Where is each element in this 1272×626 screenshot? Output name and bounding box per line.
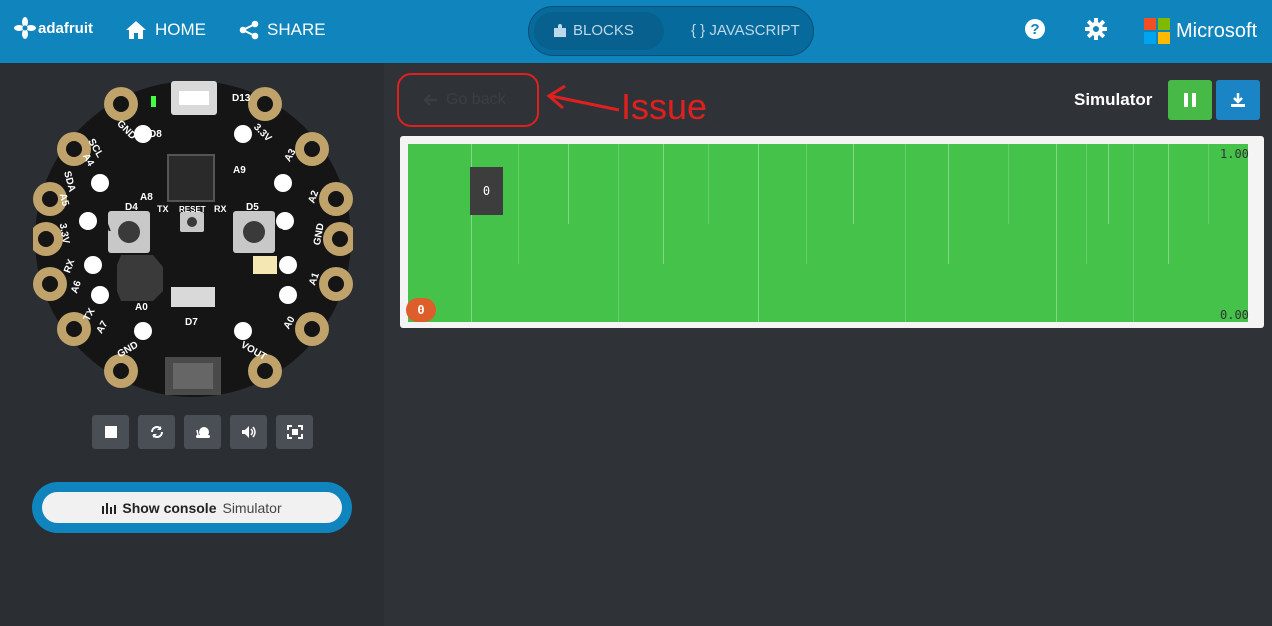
stop-icon [104, 426, 117, 438]
show-console-button[interactable]: Show console Simulator [42, 492, 342, 523]
chart-stripe [568, 144, 569, 224]
download-button[interactable] [1216, 80, 1260, 120]
share-button[interactable]: SHARE [239, 20, 326, 40]
svg-text:?: ? [1030, 21, 1039, 38]
chart-stripe [1133, 144, 1134, 322]
chart-max-label: 1.00 [1220, 147, 1249, 161]
label-a8: A8 [140, 192, 153, 203]
microsoft-logo-icon [1144, 18, 1170, 44]
chart-min-label: 0.00 [1220, 308, 1249, 322]
help-icon: ? [1025, 19, 1045, 39]
label-a0: A0 [135, 302, 148, 313]
chart-plot-area[interactable] [408, 144, 1248, 322]
settings-button[interactable] [1085, 18, 1107, 45]
label-rx: RX [214, 204, 227, 214]
chart-stripe [758, 144, 759, 322]
annotation-label: Issue [621, 86, 708, 127]
chart-stripe [1208, 144, 1209, 224]
label-reset: RESET [179, 205, 206, 214]
chart-stripe [1168, 144, 1169, 264]
slow-mo-button[interactable] [184, 415, 221, 449]
chart-stripe [948, 144, 949, 264]
label-button-b: B [276, 227, 284, 239]
volume-icon [241, 426, 256, 438]
label-tx: TX [157, 204, 169, 214]
label-d5: D5 [246, 202, 259, 213]
label-a9: A9 [233, 165, 246, 176]
stop-button[interactable] [92, 415, 129, 449]
simulator-label: Simulator [1074, 90, 1153, 109]
label-d8: D8 [149, 129, 162, 140]
home-icon [126, 21, 146, 39]
chart-stripe [1108, 144, 1109, 224]
microsoft-label: Microsoft [1176, 19, 1258, 42]
javascript-label: { } JAVASCRIPT [691, 22, 800, 39]
speaker [117, 255, 163, 301]
refresh-icon [150, 426, 163, 438]
show-console-label: Show console [122, 499, 217, 516]
microsoft-brand[interactable]: Microsoft [1144, 18, 1257, 44]
annotation-arrow [546, 84, 620, 112]
chart-stripe [905, 144, 906, 322]
chart-cursor-value: 0 [470, 167, 503, 215]
circuit-playground-board[interactable]: D13 D8 A9 A8 D4 D5 RESET TX RX A0 D7 A B… [33, 79, 353, 399]
chart-card: 1.00 0.00 [400, 136, 1264, 328]
download-icon [1231, 93, 1245, 107]
adafruit-flower-icon [14, 17, 36, 39]
snail-icon [195, 427, 210, 438]
chart-stripe [1086, 144, 1087, 264]
help-button[interactable]: ? [1024, 18, 1046, 45]
chart-stripe [708, 144, 709, 224]
chart-stripe [618, 144, 619, 322]
home-button[interactable]: HOME [125, 20, 206, 40]
annotation-highlight-box [397, 73, 539, 127]
bar-chart-icon [102, 502, 117, 514]
chart-stripe [663, 144, 664, 264]
fullscreen-icon [286, 425, 303, 439]
light-sensor [253, 256, 277, 274]
simulator-controls [92, 415, 313, 449]
chart-stripe [1056, 144, 1057, 322]
pause-button[interactable] [1168, 80, 1212, 120]
puzzle-icon [554, 23, 566, 37]
chart-value-badge: 0 [406, 298, 436, 322]
slide-switch[interactable] [171, 287, 215, 307]
blocks-tab[interactable]: BLOCKS [553, 22, 634, 39]
chart-stripe [853, 144, 854, 224]
share-icon [239, 20, 259, 40]
top-bar: adafruit HOME SHARE BLOCKS { } JAVASCRIP… [0, 0, 1272, 63]
adafruit-logo[interactable]: adafruit [14, 17, 93, 39]
show-console-wrapper: Show console Simulator [32, 482, 352, 533]
home-label: HOME [155, 20, 206, 39]
label-button-a: A [101, 218, 111, 234]
logo-text: adafruit [38, 19, 94, 37]
processor-chip [167, 154, 215, 202]
label-d13: D13 [232, 93, 251, 104]
editor-toggle: BLOCKS { } JAVASCRIPT [528, 6, 814, 56]
blocks-label: BLOCKS [573, 22, 634, 39]
gear-icon [1085, 18, 1107, 40]
label-d7: D7 [185, 317, 198, 328]
show-console-sub: Simulator [222, 499, 282, 516]
chart-stripe [518, 144, 519, 264]
pause-icon [1184, 93, 1196, 107]
javascript-tab[interactable]: { } JAVASCRIPT [691, 22, 800, 39]
label-d4: D4 [125, 202, 138, 213]
chart-stripe [806, 144, 807, 264]
chart-stripe [1008, 144, 1009, 224]
mute-button[interactable] [230, 415, 267, 449]
restart-button[interactable] [138, 415, 175, 449]
share-label: SHARE [267, 20, 326, 39]
fullscreen-button[interactable] [276, 415, 313, 449]
